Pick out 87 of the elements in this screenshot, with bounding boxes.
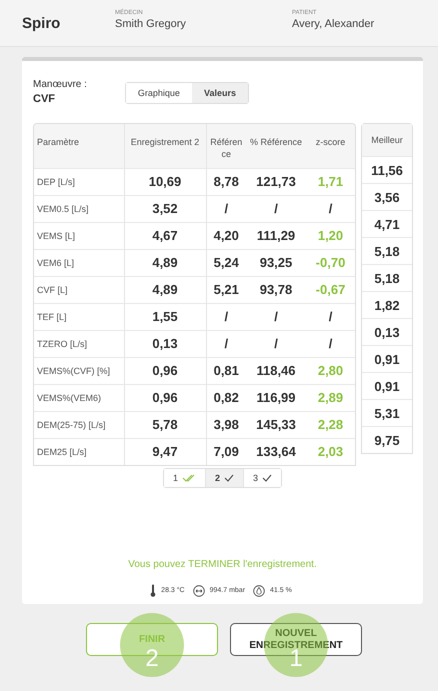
column-header: Meilleur bbox=[362, 124, 412, 156]
table-cell: 3,52 bbox=[124, 195, 206, 222]
table-cell: 4,71 bbox=[362, 210, 412, 237]
table-cell: 5,31 bbox=[362, 399, 412, 426]
table-cell: VEMS%(CVF) [%] bbox=[34, 357, 124, 384]
table-cell: 93,78 bbox=[246, 276, 306, 303]
table-cell: / bbox=[206, 303, 246, 330]
table-cell: 7,09 bbox=[206, 438, 246, 465]
table-cell: TEF [L] bbox=[34, 303, 124, 330]
table-cell: / bbox=[306, 330, 355, 357]
column-header: % Référence bbox=[246, 124, 306, 168]
table-cell: 5,24 bbox=[206, 249, 246, 276]
maneuver-value: CVF bbox=[33, 93, 56, 105]
table-cell: VEMS [L] bbox=[34, 222, 124, 249]
table-cell: 1,55 bbox=[124, 303, 206, 330]
table-cell: 8,78 bbox=[206, 168, 246, 195]
recording-tab[interactable]: 3 bbox=[243, 469, 282, 487]
check-icon bbox=[262, 474, 272, 482]
table-cell: 2,80 bbox=[306, 357, 355, 384]
table-cell: DEM25 [L/s] bbox=[34, 438, 124, 465]
table-cell: 3,98 bbox=[206, 411, 246, 438]
table-cell: -0,67 bbox=[306, 276, 355, 303]
table-cell: CVF [L] bbox=[34, 276, 124, 303]
table-cell: DEM(25-75) [L/s] bbox=[34, 411, 124, 438]
table-cell: 0,82 bbox=[206, 384, 246, 411]
table-cell: 0,81 bbox=[206, 357, 246, 384]
table-cell: 0,96 bbox=[124, 384, 206, 411]
table-cell: 145,33 bbox=[246, 411, 306, 438]
thermometer-icon bbox=[150, 584, 156, 597]
table-cell: 2,28 bbox=[306, 411, 355, 438]
table-cell: / bbox=[206, 195, 246, 222]
table-cell: / bbox=[246, 330, 306, 357]
patient-name: Avery, Alexander bbox=[292, 18, 374, 30]
maneuver-label: Manœuvre : bbox=[33, 79, 87, 90]
table-cell: / bbox=[306, 195, 355, 222]
table-cell: 116,99 bbox=[246, 384, 306, 411]
column-header: z-score bbox=[306, 124, 355, 168]
table-cell: 121,73 bbox=[246, 168, 306, 195]
table-cell: VEM0.5 [L/s] bbox=[34, 195, 124, 222]
table-cell: / bbox=[206, 330, 246, 357]
table-cell: 5,78 bbox=[124, 411, 206, 438]
table-cell: TZERO [L/s] bbox=[34, 330, 124, 357]
table-cell: 2,89 bbox=[306, 384, 355, 411]
column-header: Référence bbox=[206, 124, 246, 168]
recording-tab[interactable]: 2 bbox=[204, 469, 243, 487]
table-cell: / bbox=[246, 303, 306, 330]
table-cell: 5,21 bbox=[206, 276, 246, 303]
table-cell: 2,03 bbox=[306, 438, 355, 465]
table-cell: 4,20 bbox=[206, 222, 246, 249]
table-cell: DEP [L/s] bbox=[34, 168, 124, 195]
column-header: Enregistrement 2 bbox=[124, 124, 206, 168]
table-cell: 0,13 bbox=[362, 318, 412, 345]
table-cell: 4,89 bbox=[124, 249, 206, 276]
table-cell: VEMS%(VEM6) bbox=[34, 384, 124, 411]
pressure-icon bbox=[192, 584, 205, 596]
column-header: Paramètre bbox=[34, 124, 124, 168]
table-cell: 3,56 bbox=[362, 183, 412, 210]
table-cell: 4,67 bbox=[124, 222, 206, 249]
table-cell: 9,47 bbox=[124, 438, 206, 465]
table-cell: 5,18 bbox=[362, 264, 412, 291]
humidity-icon bbox=[253, 584, 266, 596]
table-cell: 0,91 bbox=[362, 372, 412, 399]
table-cell: 0,13 bbox=[124, 330, 206, 357]
view-tab[interactable]: Valeurs bbox=[192, 83, 248, 103]
table-cell: 4,89 bbox=[124, 276, 206, 303]
table-cell: 11,56 bbox=[362, 156, 412, 183]
table-cell: VEM6 [L] bbox=[34, 249, 124, 276]
table-cell: / bbox=[306, 303, 355, 330]
check-icon bbox=[224, 474, 234, 482]
table-cell: 5,18 bbox=[362, 237, 412, 264]
app-title: Spiro bbox=[22, 15, 62, 32]
table-cell: 1,82 bbox=[362, 291, 412, 318]
doctor-name: Smith Gregory bbox=[115, 18, 187, 30]
table-cell: 111,29 bbox=[246, 222, 306, 249]
table-cell: -0,70 bbox=[306, 249, 355, 276]
table-cell: 93,25 bbox=[246, 249, 306, 276]
table-cell: 133,64 bbox=[246, 438, 306, 465]
table-cell: 9,75 bbox=[362, 426, 412, 453]
table-cell: 1,71 bbox=[306, 168, 355, 195]
table-cell: / bbox=[246, 195, 306, 222]
table-cell: 0,91 bbox=[362, 345, 412, 372]
table-cell: 0,96 bbox=[124, 357, 206, 384]
table-cell: 118,46 bbox=[246, 357, 306, 384]
table-cell: 10,69 bbox=[124, 168, 206, 195]
status-message: Vous pouvez TERMINER l'enregistrement. bbox=[127, 559, 318, 570]
double-check-icon bbox=[182, 474, 196, 482]
table-cell: 1,20 bbox=[306, 222, 355, 249]
